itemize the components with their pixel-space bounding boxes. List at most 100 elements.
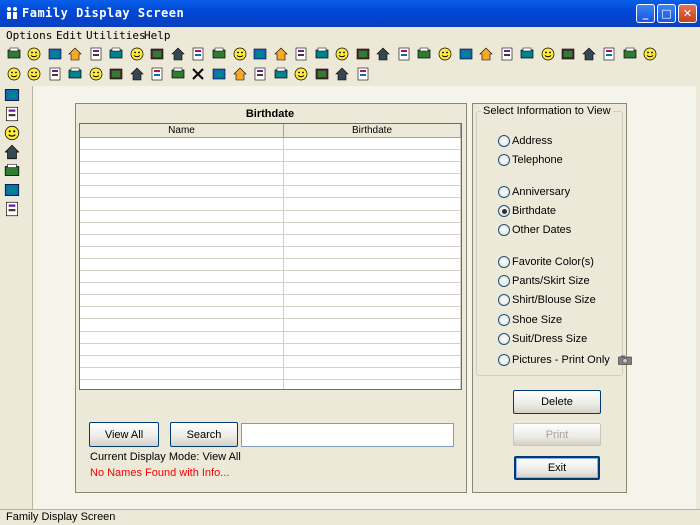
table-row[interactable] — [80, 271, 461, 284]
car-blue-icon[interactable] — [374, 44, 393, 63]
radio-button-icon[interactable] — [498, 294, 510, 306]
first-aid-icon[interactable] — [127, 44, 146, 63]
close-button[interactable]: ✕ — [678, 4, 697, 23]
radio-pants-skirt-size[interactable]: Pants/Skirt Size — [498, 273, 590, 289]
radio-button-icon[interactable] — [498, 314, 510, 326]
search-button[interactable]: Search — [170, 422, 238, 447]
search-input[interactable] — [241, 423, 454, 447]
table-row[interactable] — [80, 198, 461, 211]
iron-icon[interactable] — [641, 44, 660, 63]
minimize-button[interactable]: _ — [636, 4, 655, 23]
radio-shirt-blouse-size[interactable]: Shirt/Blouse Size — [498, 292, 596, 308]
menu-utilities[interactable]: Utilities — [86, 29, 146, 42]
table-row[interactable] — [80, 319, 461, 332]
close-x-icon[interactable] — [189, 64, 208, 83]
sofa2-icon[interactable] — [497, 44, 516, 63]
smiley2-icon[interactable] — [25, 64, 44, 83]
folder-icon[interactable] — [189, 44, 208, 63]
person-icon[interactable] — [168, 64, 187, 83]
radio-button-icon[interactable] — [498, 205, 510, 217]
table-row[interactable] — [80, 343, 461, 356]
radio-button-icon[interactable] — [498, 154, 510, 166]
family-icon[interactable] — [107, 44, 126, 63]
dog-icon[interactable] — [271, 64, 290, 83]
table-row[interactable] — [80, 174, 461, 187]
radio-button-icon[interactable] — [498, 256, 510, 268]
radio-pictures-print-only[interactable]: Pictures - Print Only — [498, 352, 632, 368]
radio-suit-dress-size[interactable]: Suit/Dress Size — [498, 331, 587, 347]
table-row[interactable] — [80, 258, 461, 272]
people-icon[interactable] — [45, 64, 64, 83]
data-grid[interactable]: Name Birthdate — [79, 123, 462, 390]
table-row[interactable] — [80, 283, 461, 296]
radio-button-icon[interactable] — [498, 186, 510, 198]
screen-blue2-icon[interactable] — [271, 44, 290, 63]
grid-view-icon[interactable] — [3, 86, 21, 104]
table-row[interactable] — [80, 210, 461, 223]
table-row[interactable] — [80, 307, 461, 320]
radio-button-icon[interactable] — [498, 135, 510, 147]
column-header-name[interactable]: Name — [80, 124, 284, 137]
globe-icon[interactable] — [312, 64, 331, 83]
table-row[interactable] — [80, 150, 461, 163]
radio-telephone[interactable]: Telephone — [498, 152, 563, 168]
sofa-red-icon[interactable] — [353, 44, 372, 63]
note-icon[interactable] — [3, 124, 21, 142]
delete-button[interactable]: Delete — [513, 390, 601, 414]
radio-birthdate[interactable]: Birthdate — [498, 203, 556, 219]
table-row[interactable] — [80, 295, 461, 308]
table-row[interactable] — [80, 379, 461, 389]
book-cyan-icon[interactable] — [230, 64, 249, 83]
screen-blue4-icon[interactable] — [312, 44, 331, 63]
bird-icon[interactable] — [477, 44, 496, 63]
table-row[interactable] — [80, 331, 461, 344]
column-header-birthdate[interactable]: Birthdate — [284, 124, 461, 137]
cube-icon[interactable] — [559, 44, 578, 63]
menu-help[interactable]: Help — [144, 29, 171, 42]
shoe2-icon[interactable] — [620, 44, 639, 63]
ornament-icon[interactable] — [538, 44, 557, 63]
building-icon[interactable] — [456, 44, 475, 63]
menu-edit[interactable]: Edit — [56, 29, 83, 42]
menu-options[interactable]: Options — [6, 29, 52, 42]
picture-icon[interactable] — [518, 44, 537, 63]
screen-blue3-icon[interactable] — [292, 44, 311, 63]
radio-favorite-color-s[interactable]: Favorite Color(s) — [498, 254, 594, 270]
printer-icon[interactable] — [4, 44, 23, 63]
radio-address[interactable]: Address — [498, 133, 552, 149]
help-icon[interactable] — [333, 64, 352, 83]
cartoon-icon[interactable] — [292, 64, 311, 83]
help-icon[interactable] — [3, 181, 21, 199]
table-row[interactable] — [80, 355, 461, 368]
baby-icon[interactable] — [66, 64, 85, 83]
table-row[interactable] — [80, 186, 461, 199]
table-row[interactable] — [80, 246, 461, 259]
key-icon[interactable] — [148, 64, 167, 83]
exit-button[interactable]: Exit — [514, 456, 600, 480]
car-icon[interactable] — [168, 44, 187, 63]
exit-icon[interactable] — [353, 64, 372, 83]
house2-icon[interactable] — [435, 44, 454, 63]
building2-icon[interactable] — [107, 64, 126, 83]
shoe-icon[interactable] — [579, 44, 598, 63]
screen-blue-icon[interactable] — [251, 44, 270, 63]
table-row[interactable] — [80, 138, 461, 151]
pen-icon[interactable] — [148, 44, 167, 63]
document-icon[interactable] — [86, 64, 105, 83]
copy-disabled-icon[interactable] — [3, 143, 21, 161]
radio-button-icon[interactable] — [498, 275, 510, 287]
table-row[interactable] — [80, 222, 461, 235]
table-row[interactable] — [80, 367, 461, 380]
print-button[interactable]: Print — [513, 423, 601, 446]
book-green-icon[interactable] — [25, 44, 44, 63]
radio-button-icon[interactable] — [498, 333, 510, 345]
radio-button-icon[interactable] — [498, 354, 510, 366]
books-icon[interactable] — [415, 44, 434, 63]
radio-button-icon[interactable] — [498, 224, 510, 236]
table-row[interactable] — [80, 234, 461, 247]
cake-icon[interactable] — [600, 44, 619, 63]
radio-shoe-size[interactable]: Shoe Size — [498, 312, 562, 328]
grid-icon[interactable] — [209, 64, 228, 83]
calendar-grid-icon[interactable] — [127, 64, 146, 83]
table-row[interactable] — [80, 162, 461, 175]
